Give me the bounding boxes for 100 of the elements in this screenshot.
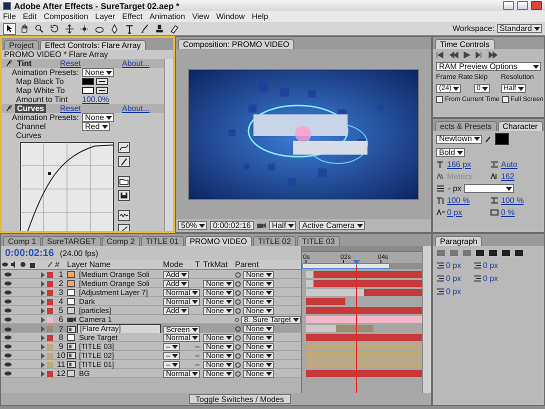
stroke-width-value[interactable]: - px xyxy=(448,184,462,193)
toggle-switches-button[interactable]: Toggle Switches / Modes xyxy=(188,394,291,404)
stroke-style-dropdown[interactable] xyxy=(464,184,514,193)
effect-name[interactable]: Curves xyxy=(15,104,46,113)
save-icon[interactable] xyxy=(118,190,130,201)
column-header[interactable]: Mode xyxy=(163,260,195,269)
checkbox[interactable] xyxy=(502,96,509,103)
indent-value[interactable]: 0 px xyxy=(446,287,462,296)
transport-icon[interactable] xyxy=(436,51,446,59)
workspace-dropdown[interactable]: Standard xyxy=(496,24,542,33)
horizontal-scale-value[interactable]: 100 % xyxy=(501,196,524,205)
baseline-shift-value[interactable]: 0 px xyxy=(447,208,462,217)
indent-value[interactable]: 0 px xyxy=(483,274,498,283)
panel-tab[interactable]: Project xyxy=(4,40,39,50)
curve-tool-icon[interactable] xyxy=(118,142,130,153)
label-color[interactable] xyxy=(47,298,53,304)
panel-tab[interactable]: ects & Presets xyxy=(435,121,497,131)
composition-tab[interactable]: TITLE 03 xyxy=(296,236,340,246)
smooth-icon[interactable] xyxy=(118,210,130,221)
transport-icon[interactable] xyxy=(488,51,498,59)
column-header[interactable]: TrkMat xyxy=(203,260,235,269)
pencil-icon[interactable] xyxy=(118,156,130,167)
zoom-tool-icon[interactable] xyxy=(33,22,46,34)
preview-options-dropdown[interactable]: RAM Preview Options xyxy=(436,62,541,71)
reset-link[interactable]: Reset xyxy=(60,104,122,113)
menu-item[interactable]: View xyxy=(192,12,210,21)
work-area-bar[interactable] xyxy=(302,263,390,269)
vertical-scale-value[interactable]: 100 % xyxy=(447,196,470,205)
label-color[interactable] xyxy=(47,344,53,350)
stamp-tool-icon[interactable] xyxy=(153,22,166,34)
fill-color-swatch[interactable] xyxy=(494,133,509,145)
font-style-dropdown[interactable]: Bold xyxy=(436,148,466,157)
menu-item[interactable]: Animation xyxy=(149,12,186,21)
composition-tab[interactable]: Comp 1 xyxy=(3,236,42,246)
minimize-button[interactable] xyxy=(503,1,514,10)
eyedropper-icon[interactable] xyxy=(484,135,492,143)
transport-icon[interactable] xyxy=(449,51,459,59)
panel-tab[interactable]: Paragraph xyxy=(435,236,482,246)
preserve-transparency[interactable]: – xyxy=(195,351,200,360)
time-field[interactable]: 0:00:02:16 xyxy=(210,221,254,230)
scrollbar[interactable] xyxy=(164,59,173,231)
menu-item[interactable]: Help xyxy=(252,12,268,21)
preserve-transparency[interactable]: – xyxy=(195,360,200,369)
eyedropper-icon[interactable] xyxy=(96,78,108,85)
label-color[interactable] xyxy=(47,272,53,278)
preserve-transparency[interactable]: – xyxy=(195,342,200,351)
playhead[interactable] xyxy=(352,260,360,265)
checkbox[interactable] xyxy=(436,96,443,103)
composition-tab[interactable]: Comp 2 xyxy=(102,236,140,246)
font-dropdown[interactable]: Newtown xyxy=(436,134,482,144)
menu-item[interactable]: Composition xyxy=(44,12,88,21)
effect-name[interactable]: Tint xyxy=(15,59,34,68)
preset-dropdown[interactable]: None xyxy=(82,68,114,77)
label-color[interactable] xyxy=(47,308,53,314)
param-value[interactable]: 100.0% xyxy=(82,95,110,104)
label-color[interactable] xyxy=(47,326,53,332)
label-color[interactable] xyxy=(47,362,53,368)
maximize-button[interactable] xyxy=(517,1,528,10)
label-color[interactable] xyxy=(47,316,53,322)
tsume-value[interactable]: 0 % xyxy=(501,208,515,217)
arrow-tool-icon[interactable] xyxy=(3,22,16,34)
curves-graph[interactable] xyxy=(20,142,114,231)
label-color[interactable] xyxy=(47,290,53,296)
composition-tab[interactable]: PROMO VIDEO xyxy=(184,236,252,246)
menu-item[interactable]: Layer xyxy=(95,12,116,21)
composition-tab[interactable]: SureTARGET xyxy=(42,236,101,246)
label-color[interactable] xyxy=(47,352,53,358)
transport-icon[interactable] xyxy=(462,51,472,59)
leading-value[interactable]: Auto xyxy=(501,160,518,169)
label-color[interactable] xyxy=(47,370,53,376)
menu-item[interactable]: Window xyxy=(216,12,245,21)
column-header[interactable]: Parent xyxy=(235,260,301,269)
view-dropdown[interactable]: Active Camera xyxy=(299,221,365,230)
menu-item[interactable]: Effect xyxy=(122,12,142,21)
column-header[interactable]: T xyxy=(195,260,203,269)
label-color[interactable] xyxy=(47,334,53,340)
menu-item[interactable]: File xyxy=(3,12,16,21)
font-size-value[interactable]: 166 px xyxy=(447,160,472,169)
color-swatch[interactable] xyxy=(82,87,94,94)
composition-tab[interactable]: TITLE 01 xyxy=(140,236,184,246)
anchor-tool-icon[interactable] xyxy=(78,22,91,34)
current-time[interactable]: 0:00:02:16 xyxy=(5,248,54,258)
folder-icon[interactable] xyxy=(118,176,130,187)
camera-icon[interactable] xyxy=(256,222,266,229)
column-header[interactable]: Layer Name xyxy=(67,260,163,269)
move-tool-icon[interactable] xyxy=(63,22,76,34)
menu-item[interactable]: Edit xyxy=(22,12,37,21)
color-swatch[interactable] xyxy=(82,78,94,85)
about-link[interactable]: About... xyxy=(122,59,150,68)
scrollbar[interactable] xyxy=(422,246,431,393)
about-link[interactable]: About... xyxy=(122,104,150,113)
tracking-value[interactable]: 162 xyxy=(501,172,514,181)
indent-value[interactable]: 0 px xyxy=(446,274,462,283)
panel-tab[interactable]: Composition: PROMO VIDEO xyxy=(178,39,294,49)
panel-tab[interactable]: Effect Controls: Flare Array xyxy=(40,40,146,50)
text-tool-icon[interactable] xyxy=(123,22,136,34)
resolution-dropdown[interactable]: Half xyxy=(268,221,296,230)
preset-dropdown[interactable]: None xyxy=(82,113,114,122)
indent-value[interactable]: 0 px xyxy=(483,261,498,270)
rotate-tool-icon[interactable] xyxy=(48,22,61,34)
